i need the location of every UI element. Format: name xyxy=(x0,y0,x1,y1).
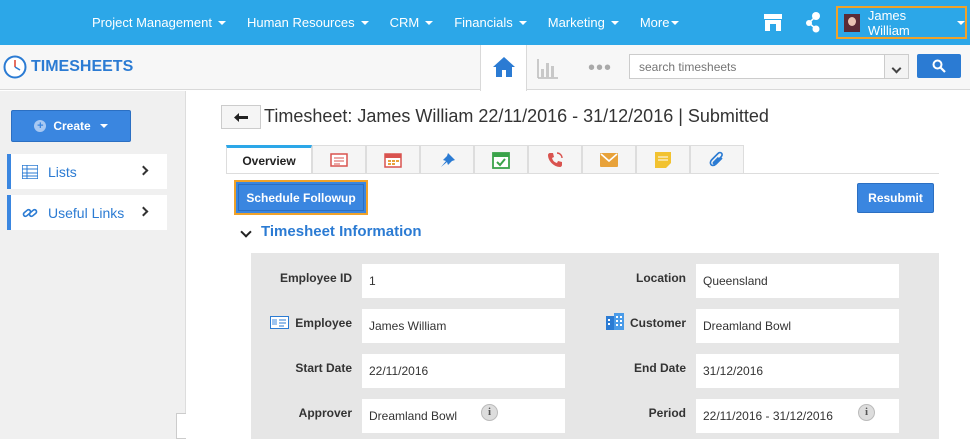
task-icon xyxy=(492,152,510,169)
connect-icon[interactable] xyxy=(804,11,822,33)
caret-down-icon xyxy=(518,20,527,25)
more-icon[interactable]: ••• xyxy=(588,58,612,78)
field-label-start-date: Start Date xyxy=(295,361,352,375)
tab-calls[interactable] xyxy=(528,145,582,174)
section-title[interactable]: Timesheet Information xyxy=(261,223,422,240)
app-title[interactable]: TIMESHEETS xyxy=(31,58,133,76)
field-label-period: Period xyxy=(648,406,686,420)
search-button[interactable] xyxy=(917,54,961,78)
nav-human-resources[interactable]: Human Resources xyxy=(247,15,369,30)
field-value-start-date: 22/11/2016 xyxy=(362,354,565,388)
resubmit-label: Resubmit xyxy=(868,191,923,205)
field-label-end-date: End Date xyxy=(633,361,686,375)
store-icon[interactable] xyxy=(763,13,783,32)
caret-down-icon xyxy=(957,20,965,25)
plus-icon: + xyxy=(34,120,47,132)
sidebar: + Create Lists Useful Links xyxy=(0,91,186,439)
caret-down-icon xyxy=(217,20,226,25)
tab-pin[interactable] xyxy=(420,145,474,174)
caret-down-icon xyxy=(610,20,619,25)
module-menu: Project Management Human Resources CRM F… xyxy=(92,0,700,45)
nav-label: Financials xyxy=(454,15,513,30)
tab-label: Overview xyxy=(242,154,296,168)
chevron-down-icon[interactable] xyxy=(240,226,252,238)
field-label-approver: Approver xyxy=(298,406,352,420)
tab-divider xyxy=(226,173,939,174)
nav-financials[interactable]: Financials xyxy=(454,15,527,30)
field-label-employee-id: Employee ID xyxy=(279,271,352,285)
sidebar-item-lists[interactable]: Lists xyxy=(7,154,167,189)
field-value-end-date: 31/12/2016 xyxy=(696,354,899,388)
back-arrow-icon xyxy=(234,113,248,122)
home-icon xyxy=(493,57,515,77)
nav-project-management[interactable]: Project Management xyxy=(92,15,226,30)
tab-notes[interactable] xyxy=(312,145,366,174)
field-value-location: Queensland xyxy=(696,264,899,298)
create-label: Create xyxy=(53,119,91,133)
user-menu[interactable]: James William xyxy=(836,6,967,39)
nav-marketing[interactable]: Marketing xyxy=(548,15,619,30)
search-input[interactable] xyxy=(629,54,885,79)
sidebar-item-label: Useful Links xyxy=(48,204,125,221)
nav-label: More xyxy=(639,15,670,30)
tab-tasks[interactable] xyxy=(474,145,528,174)
page-title: Timesheet: James William 22/11/2016 - 31… xyxy=(264,106,769,126)
notes-icon xyxy=(330,153,348,167)
caret-down-icon xyxy=(425,20,434,25)
phone-icon xyxy=(548,152,563,167)
user-name: James William xyxy=(867,7,910,38)
sidebar-item-label: Lists xyxy=(48,163,77,180)
resubmit-button[interactable]: Resubmit xyxy=(857,183,934,213)
search-icon xyxy=(932,59,946,73)
field-value-employee[interactable]: James William xyxy=(362,309,565,343)
tab-calendar[interactable] xyxy=(366,145,420,174)
home-tab[interactable] xyxy=(480,45,527,91)
create-button[interactable]: + Create xyxy=(11,110,131,142)
tab-sticky-notes[interactable] xyxy=(636,145,690,174)
sidebar-collapse-handle[interactable] xyxy=(176,413,186,439)
field-value-customer[interactable]: Dreamland Bowl xyxy=(696,309,899,343)
chart-icon[interactable] xyxy=(537,57,559,79)
sidebar-item-useful-links[interactable]: Useful Links xyxy=(7,195,167,230)
calendar-icon xyxy=(384,153,402,168)
caret-down-icon xyxy=(99,124,108,128)
field-label-customer: Customer xyxy=(629,316,686,330)
field-value-approver[interactable]: Dreamland Bowl xyxy=(362,399,565,433)
pin-icon xyxy=(441,153,455,167)
record-tabs: Overview xyxy=(226,145,744,174)
chevron-right-icon xyxy=(138,206,149,217)
info-icon[interactable]: i xyxy=(481,404,498,421)
clock-icon xyxy=(3,55,27,79)
nav-label: Project Management xyxy=(92,15,212,30)
attachment-icon xyxy=(709,151,723,167)
caret-down-icon xyxy=(360,20,369,25)
search-dropdown[interactable] xyxy=(884,54,909,79)
back-button[interactable] xyxy=(221,105,261,129)
info-icon[interactable]: i xyxy=(858,404,875,421)
tab-overview[interactable]: Overview xyxy=(226,145,312,174)
tab-attachments[interactable] xyxy=(690,145,744,174)
schedule-followup-label: Schedule Followup xyxy=(238,184,364,211)
chevron-right-icon xyxy=(138,165,149,176)
field-value-employee-id: 1 xyxy=(362,264,565,298)
schedule-followup-button[interactable]: Schedule Followup xyxy=(234,180,368,215)
field-label-location: Location xyxy=(636,271,686,285)
link-icon xyxy=(22,208,38,217)
field-label-employee: Employee xyxy=(295,316,352,330)
nav-label: Human Resources xyxy=(246,15,355,30)
list-icon xyxy=(22,164,38,179)
caret-down-icon xyxy=(671,20,680,25)
nav-label: CRM xyxy=(389,15,420,30)
email-icon xyxy=(600,153,618,167)
nav-more[interactable]: More xyxy=(640,15,680,30)
nav-crm[interactable]: CRM xyxy=(390,15,434,30)
tab-email[interactable] xyxy=(582,145,636,174)
top-navigation-bar: Project Management Human Resources CRM F… xyxy=(0,0,970,45)
avatar xyxy=(844,13,860,32)
sticky-note-icon xyxy=(655,152,671,168)
nav-label: Marketing xyxy=(547,15,605,30)
